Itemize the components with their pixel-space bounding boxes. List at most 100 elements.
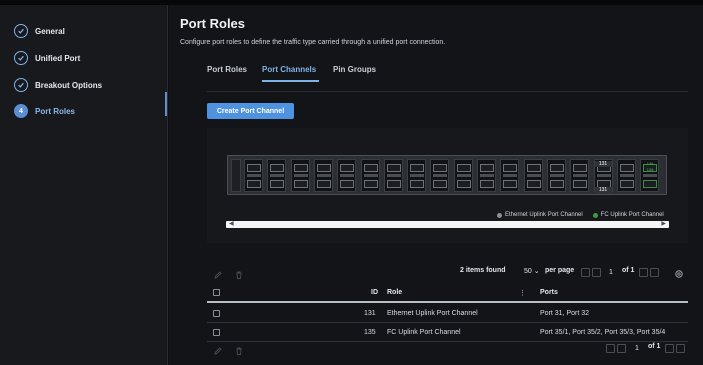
port[interactable]: [247, 164, 261, 172]
port[interactable]: [293, 180, 308, 188]
port[interactable]: [526, 164, 541, 172]
port[interactable]: [386, 164, 401, 172]
page-number-input[interactable]: 1: [601, 267, 621, 278]
settings-gear-icon[interactable]: [674, 266, 684, 278]
port[interactable]: [643, 180, 658, 188]
port[interactable]: [456, 164, 471, 172]
step-breakout-options[interactable]: Breakout Options: [14, 76, 102, 94]
port[interactable]: [363, 180, 378, 188]
port[interactable]: [573, 180, 588, 188]
port[interactable]: [480, 164, 494, 172]
table-row[interactable]: 135 FC Uplink Port Channel Port 35/1, Po…: [207, 323, 688, 342]
edit-icon[interactable]: [213, 267, 223, 279]
tab-port-roles[interactable]: Port Roles: [207, 65, 247, 74]
per-page-select[interactable]: 50 ⌄: [524, 267, 540, 275]
port[interactable]: [619, 164, 634, 172]
edit-icon[interactable]: [213, 343, 223, 355]
port[interactable]: [340, 164, 355, 172]
port[interactable]: [526, 180, 541, 188]
step-label: Unified Port: [35, 53, 81, 63]
delete-icon[interactable]: [234, 267, 244, 279]
diagram-scrollbar[interactable]: ◀ ▶: [226, 221, 669, 228]
port-group[interactable]: [267, 159, 287, 192]
port-group[interactable]: [290, 159, 310, 192]
port[interactable]: [386, 180, 401, 188]
fc-port-label: 136: [646, 167, 654, 172]
port-group[interactable]: [523, 159, 543, 192]
port-group[interactable]: [500, 159, 520, 192]
tab-port-channels[interactable]: Port Channels: [262, 65, 316, 74]
port-group[interactable]: [407, 159, 427, 192]
prev-page-icon[interactable]: [617, 344, 626, 353]
port-group[interactable]: [477, 159, 496, 192]
first-page-icon[interactable]: [581, 268, 590, 277]
port-label-strip: [573, 174, 588, 177]
port[interactable]: [410, 180, 425, 188]
port-group[interactable]: 136 136: [640, 159, 660, 192]
step-port-roles[interactable]: 4 Port Roles: [14, 102, 75, 120]
switch-mgmt-block: [231, 159, 241, 192]
row-checkbox[interactable]: [213, 329, 220, 336]
port-group[interactable]: [546, 159, 566, 192]
column-options-icon[interactable]: ⋮: [519, 289, 526, 297]
port[interactable]: [503, 180, 518, 188]
check-icon: [14, 51, 28, 65]
port-group[interactable]: 131 131: [593, 159, 613, 193]
page-of-label: of 1: [622, 267, 635, 274]
last-page-icon[interactable]: [676, 344, 685, 353]
port-group[interactable]: [244, 159, 263, 192]
column-ports[interactable]: Ports: [540, 289, 558, 296]
port[interactable]: [340, 180, 355, 188]
port[interactable]: [549, 180, 564, 188]
diagram-legend: Ethernet Uplink Port Channel FC Uplink P…: [497, 212, 664, 218]
prev-page-icon[interactable]: [592, 268, 601, 277]
port[interactable]: [433, 180, 448, 188]
port[interactable]: [270, 164, 285, 172]
port-channel-label: 131: [594, 161, 612, 167]
port[interactable]: [456, 180, 471, 188]
port-group[interactable]: [570, 159, 590, 192]
port-group[interactable]: [453, 159, 473, 192]
port[interactable]: [293, 164, 308, 172]
delete-icon[interactable]: [234, 343, 244, 355]
port[interactable]: [549, 164, 564, 172]
port-label-strip: [480, 174, 494, 177]
row-checkbox[interactable]: [213, 310, 220, 317]
first-page-icon[interactable]: [606, 344, 615, 353]
port[interactable]: [316, 164, 331, 172]
column-role[interactable]: Role: [387, 289, 402, 296]
port[interactable]: [410, 164, 425, 172]
port[interactable]: [270, 180, 285, 188]
port[interactable]: [619, 180, 634, 188]
port-group[interactable]: [337, 159, 357, 192]
switch-chassis: 131 131 136 136: [227, 155, 667, 195]
cell-ports: Port 35/1, Port 35/2, Port 35/3, Port 35…: [540, 329, 666, 336]
port-group[interactable]: [430, 159, 450, 192]
last-page-icon[interactable]: [650, 268, 659, 277]
page-number-input[interactable]: 1: [627, 343, 647, 354]
port[interactable]: [247, 180, 261, 188]
tab-pin-groups[interactable]: Pin Groups: [333, 65, 376, 74]
page-of-label: of 1: [648, 343, 661, 350]
port[interactable]: [316, 180, 331, 188]
port[interactable]: [503, 164, 518, 172]
port-group[interactable]: [313, 159, 333, 192]
scroll-right-icon[interactable]: ▶: [661, 221, 666, 228]
port-group[interactable]: [616, 159, 636, 192]
create-port-channel-button[interactable]: Create Port Channel: [207, 103, 294, 119]
table-row[interactable]: 131 Ethernet Uplink Port Channel Port 31…: [207, 304, 688, 323]
step-unified-port[interactable]: Unified Port: [14, 49, 80, 67]
port[interactable]: [480, 180, 494, 188]
port-group[interactable]: [360, 159, 380, 192]
port[interactable]: [433, 164, 448, 172]
port[interactable]: [363, 164, 378, 172]
column-id[interactable]: ID: [371, 289, 378, 296]
scroll-left-icon[interactable]: ◀: [229, 221, 234, 228]
step-general[interactable]: General: [14, 22, 65, 40]
active-step-indicator: [165, 92, 167, 116]
select-all-checkbox[interactable]: [213, 289, 220, 296]
port[interactable]: [573, 164, 588, 172]
next-page-icon[interactable]: [639, 268, 648, 277]
port-group[interactable]: [383, 159, 403, 192]
next-page-icon[interactable]: [665, 344, 674, 353]
